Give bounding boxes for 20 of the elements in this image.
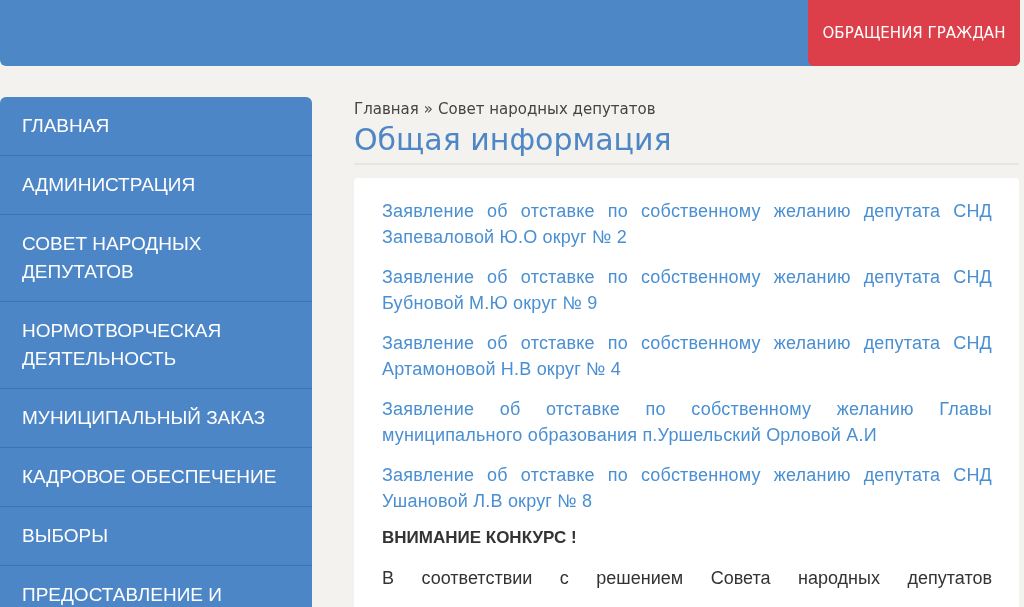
sidebar-item[interactable]: АДМИНИСТРАЦИЯ [0, 156, 312, 215]
sidebar-item[interactable]: ГЛАВНАЯ [0, 97, 312, 156]
sidebar-item[interactable]: МУНИЦИПАЛЬНЫЙ ЗАКАЗ [0, 389, 312, 448]
sidebar-item[interactable]: СОВЕТ НАРОДНЫХ ДЕПУТАТОВ [0, 215, 312, 302]
sidebar-item[interactable]: ВЫБОРЫ [0, 507, 312, 566]
document-link[interactable]: Заявление об отставке по собственному желанию депутата СНД Запеваловой Ю.О округ № 2 [382, 198, 992, 250]
page-title: Общая информация [354, 122, 1019, 165]
paragraph: В соответствии с решением Совета народных депутатов [382, 568, 992, 589]
breadcrumb-separator: » [423, 100, 433, 118]
breadcrumb-item: Совет народных депутатов [438, 100, 656, 118]
document-link[interactable]: Заявление об отставке по собственному желанию Главы муниципального образования п.Уршельский Орловой А.И [382, 396, 992, 448]
sidebar-item[interactable]: НОРМОТВОРЧЕСКАЯ ДЕЯТЕЛЬНОСТЬ [0, 302, 312, 389]
section-heading: ВНИМАНИЕ КОНКУРС ! [382, 528, 578, 548]
sidebar-item[interactable]: КАДРОВОЕ ОБЕСПЕЧЕНИЕ [0, 448, 312, 507]
breadcrumb-item[interactable]: Главная [354, 100, 419, 118]
citizens-appeals-button[interactable]: ОБРАЩЕНИЯ ГРАЖДАН [808, 0, 1020, 66]
document-link[interactable]: Заявление об отставке по собственному желанию депутата СНД Артамоновой Н.В округ № 4 [382, 330, 992, 382]
sidebar-item[interactable]: ПРЕДОСТАВЛЕНИЕ И [0, 566, 312, 607]
document-link[interactable]: Заявление об отставке по собственному желанию депутата СНД Бубновой М.Ю округ № 9 [382, 264, 992, 316]
document-link[interactable]: Заявление об отставке по собственному желанию депутата СНД Ушановой Л.В округ № 8 [382, 462, 992, 514]
